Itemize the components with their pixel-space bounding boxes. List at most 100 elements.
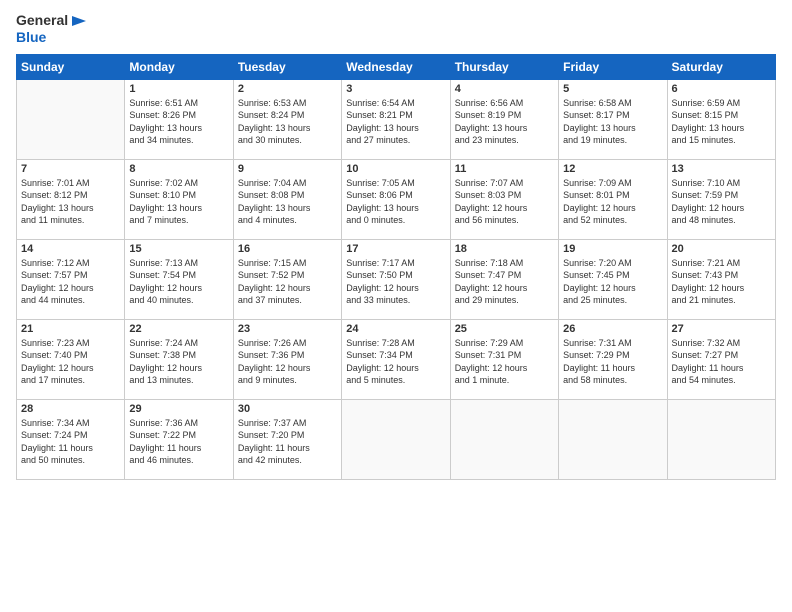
calendar-cell — [342, 399, 450, 479]
day-number: 20 — [672, 243, 771, 255]
calendar-cell: 16 Sunrise: 7:15 AMSunset: 7:52 PMDayligh… — [233, 239, 341, 319]
week-row-3: 14 Sunrise: 7:12 AMSunset: 7:57 PMDayligh… — [17, 239, 776, 319]
day-info: Sunrise: 7:32 AMSunset: 7:27 PMDaylight:… — [672, 337, 771, 387]
header-day-tuesday: Tuesday — [233, 54, 341, 79]
calendar-cell: 2 Sunrise: 6:53 AMSunset: 8:24 PMDaylight… — [233, 79, 341, 159]
day-number: 26 — [563, 323, 662, 335]
day-number: 10 — [346, 163, 445, 175]
day-info: Sunrise: 7:23 AMSunset: 7:40 PMDaylight:… — [21, 337, 120, 387]
calendar-cell — [450, 399, 558, 479]
week-row-5: 28Sunrise: 7:34 AMSunset: 7:24 PMDayligh… — [17, 399, 776, 479]
day-info: Sunrise: 7:12 AMSunset: 7:57 PMDaylight:… — [21, 257, 120, 307]
day-number: 14 — [21, 243, 120, 255]
calendar-table: SundayMondayTuesdayWednesdayThursdayFrid… — [16, 54, 776, 480]
calendar-cell — [667, 399, 775, 479]
day-number: 21 — [21, 323, 120, 335]
calendar-cell: 19 Sunrise: 7:20 AMSunset: 7:45 PMDayligh… — [559, 239, 667, 319]
calendar-cell: 22 Sunrise: 7:24 AMSunset: 7:38 PMDayligh… — [125, 319, 233, 399]
calendar-cell: 26 Sunrise: 7:31 AMSunset: 7:29 PMDayligh… — [559, 319, 667, 399]
day-info: Sunrise: 6:54 AMSunset: 8:21 PMDaylight:… — [346, 97, 445, 147]
calendar-cell: 3 Sunrise: 6:54 AMSunset: 8:21 PMDaylight… — [342, 79, 450, 159]
day-number: 30 — [238, 403, 337, 415]
week-row-1: 1Sunrise: 6:51 AMSunset: 8:26 PMDaylight… — [17, 79, 776, 159]
day-number: 27 — [672, 323, 771, 335]
calendar-cell: 13Sunrise: 7:10 AMSunset: 7:59 PMDayligh… — [667, 159, 775, 239]
calendar-cell: 25 Sunrise: 7:29 AMSunset: 7:31 PMDayligh… — [450, 319, 558, 399]
header-day-saturday: Saturday — [667, 54, 775, 79]
calendar-cell: 6Sunrise: 6:59 AMSunset: 8:15 PMDaylight… — [667, 79, 775, 159]
calendar-cell: 29 Sunrise: 7:36 AMSunset: 7:22 PMDayligh… — [125, 399, 233, 479]
calendar-cell: 1Sunrise: 6:51 AMSunset: 8:26 PMDaylight… — [125, 79, 233, 159]
calendar-body: 1Sunrise: 6:51 AMSunset: 8:26 PMDaylight… — [17, 79, 776, 479]
logo-blue: Blue — [16, 29, 86, 46]
day-number: 8 — [129, 163, 228, 175]
calendar-cell: 17 Sunrise: 7:17 AMSunset: 7:50 PMDayligh… — [342, 239, 450, 319]
calendar-cell: 27 Sunrise: 7:32 AMSunset: 7:27 PMDayligh… — [667, 319, 775, 399]
day-info: Sunrise: 7:05 AMSunset: 8:06 PMDaylight:… — [346, 177, 445, 227]
header-day-wednesday: Wednesday — [342, 54, 450, 79]
calendar-cell — [17, 79, 125, 159]
day-number: 22 — [129, 323, 228, 335]
logo-general: General — [16, 12, 86, 29]
page: General Blue SundayMondayTuesdayWednesda… — [0, 0, 792, 612]
day-info: Sunrise: 7:02 AMSunset: 8:10 PMDaylight:… — [129, 177, 228, 227]
day-info: Sunrise: 7:15 AMSunset: 7:52 PMDaylight:… — [238, 257, 337, 307]
calendar-cell: 10 Sunrise: 7:05 AMSunset: 8:06 PMDayligh… — [342, 159, 450, 239]
day-info: Sunrise: 7:17 AMSunset: 7:50 PMDaylight:… — [346, 257, 445, 307]
day-info: Sunrise: 7:29 AMSunset: 7:31 PMDaylight:… — [455, 337, 554, 387]
logo-arrow-icon — [72, 16, 86, 26]
header-day-thursday: Thursday — [450, 54, 558, 79]
header-row: SundayMondayTuesdayWednesdayThursdayFrid… — [17, 54, 776, 79]
calendar-cell: 8 Sunrise: 7:02 AMSunset: 8:10 PMDaylight… — [125, 159, 233, 239]
day-info: Sunrise: 7:24 AMSunset: 7:38 PMDaylight:… — [129, 337, 228, 387]
calendar-cell: 7Sunrise: 7:01 AMSunset: 8:12 PMDaylight… — [17, 159, 125, 239]
day-number: 24 — [346, 323, 445, 335]
day-info: Sunrise: 6:59 AMSunset: 8:15 PMDaylight:… — [672, 97, 771, 147]
day-info: Sunrise: 7:26 AMSunset: 7:36 PMDaylight:… — [238, 337, 337, 387]
day-number: 7 — [21, 163, 120, 175]
day-info: Sunrise: 7:31 AMSunset: 7:29 PMDaylight:… — [563, 337, 662, 387]
day-number: 17 — [346, 243, 445, 255]
calendar-cell: 9Sunrise: 7:04 AMSunset: 8:08 PMDaylight… — [233, 159, 341, 239]
day-number: 4 — [455, 83, 554, 95]
calendar-cell: 21 Sunrise: 7:23 AMSunset: 7:40 PMDayligh… — [17, 319, 125, 399]
day-info: Sunrise: 6:58 AMSunset: 8:17 PMDaylight:… — [563, 97, 662, 147]
day-info: Sunrise: 7:21 AMSunset: 7:43 PMDaylight:… — [672, 257, 771, 307]
week-row-4: 21 Sunrise: 7:23 AMSunset: 7:40 PMDayligh… — [17, 319, 776, 399]
calendar-cell: 24Sunrise: 7:28 AMSunset: 7:34 PMDayligh… — [342, 319, 450, 399]
calendar-cell: 23Sunrise: 7:26 AMSunset: 7:36 PMDayligh… — [233, 319, 341, 399]
day-number: 16 — [238, 243, 337, 255]
day-number: 18 — [455, 243, 554, 255]
day-number: 15 — [129, 243, 228, 255]
logo: General Blue — [16, 12, 86, 46]
header: General Blue — [16, 12, 776, 46]
day-number: 25 — [455, 323, 554, 335]
calendar-cell: 18 Sunrise: 7:18 AMSunset: 7:47 PMDayligh… — [450, 239, 558, 319]
day-number: 19 — [563, 243, 662, 255]
day-info: Sunrise: 6:56 AMSunset: 8:19 PMDaylight:… — [455, 97, 554, 147]
day-number: 12 — [563, 163, 662, 175]
day-number: 29 — [129, 403, 228, 415]
week-row-2: 7Sunrise: 7:01 AMSunset: 8:12 PMDaylight… — [17, 159, 776, 239]
header-day-friday: Friday — [559, 54, 667, 79]
calendar-cell: 12Sunrise: 7:09 AMSunset: 8:01 PMDayligh… — [559, 159, 667, 239]
header-day-monday: Monday — [125, 54, 233, 79]
calendar-cell: 5 Sunrise: 6:58 AMSunset: 8:17 PMDaylight… — [559, 79, 667, 159]
calendar-cell: 11Sunrise: 7:07 AMSunset: 8:03 PMDayligh… — [450, 159, 558, 239]
day-number: 2 — [238, 83, 337, 95]
calendar-cell: 30 Sunrise: 7:37 AMSunset: 7:20 PMDayligh… — [233, 399, 341, 479]
day-number: 3 — [346, 83, 445, 95]
day-number: 13 — [672, 163, 771, 175]
day-info: Sunrise: 7:37 AMSunset: 7:20 PMDaylight:… — [238, 417, 337, 467]
day-info: Sunrise: 7:20 AMSunset: 7:45 PMDaylight:… — [563, 257, 662, 307]
day-info: Sunrise: 7:36 AMSunset: 7:22 PMDaylight:… — [129, 417, 228, 467]
day-number: 5 — [563, 83, 662, 95]
calendar-header: SundayMondayTuesdayWednesdayThursdayFrid… — [17, 54, 776, 79]
day-info: Sunrise: 7:18 AMSunset: 7:47 PMDaylight:… — [455, 257, 554, 307]
calendar-cell: 28Sunrise: 7:34 AMSunset: 7:24 PMDayligh… — [17, 399, 125, 479]
calendar-cell: 20 Sunrise: 7:21 AMSunset: 7:43 PMDayligh… — [667, 239, 775, 319]
day-info: Sunrise: 6:53 AMSunset: 8:24 PMDaylight:… — [238, 97, 337, 147]
day-info: Sunrise: 7:13 AMSunset: 7:54 PMDaylight:… — [129, 257, 228, 307]
day-number: 11 — [455, 163, 554, 175]
day-info: Sunrise: 7:04 AMSunset: 8:08 PMDaylight:… — [238, 177, 337, 227]
